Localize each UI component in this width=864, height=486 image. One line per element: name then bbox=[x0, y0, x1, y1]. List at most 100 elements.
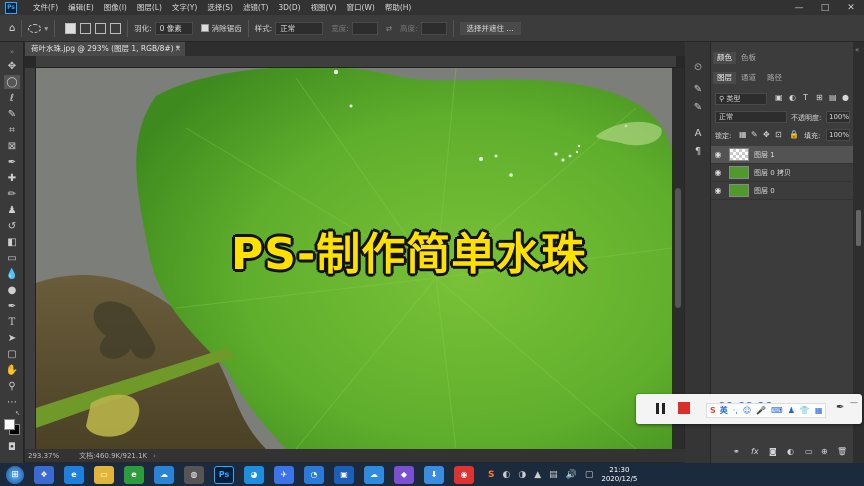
history-brush-tool-icon[interactable]: ↺ bbox=[4, 219, 20, 233]
maximize-button[interactable]: □ bbox=[812, 0, 838, 15]
home-icon[interactable]: ⌂ bbox=[9, 23, 15, 34]
tab-layers[interactable]: 图层 bbox=[713, 72, 736, 84]
foreground-color-swatch[interactable] bbox=[4, 419, 15, 430]
move-tool-icon[interactable]: ✥ bbox=[4, 59, 20, 73]
pen-tool-icon[interactable]: ✒ bbox=[4, 299, 20, 313]
app-baidu-netdisk-icon[interactable]: ☁ bbox=[364, 465, 384, 484]
layer-name[interactable]: 图层 1 bbox=[754, 150, 775, 160]
tray-icon-1[interactable]: ◐ bbox=[502, 470, 510, 480]
app-pinned-icon[interactable]: ❖ bbox=[34, 465, 54, 484]
zoom-level[interactable]: 293.37% bbox=[28, 452, 59, 460]
app-cloud-icon[interactable]: ☁ bbox=[154, 465, 174, 484]
link-layers-icon[interactable]: ⚭ bbox=[733, 447, 740, 456]
photoshop-taskbar-icon[interactable]: Ps bbox=[214, 465, 234, 484]
menu-layer[interactable]: 图层(L) bbox=[137, 2, 162, 13]
new-selection-icon[interactable] bbox=[65, 22, 77, 34]
lock-pixels-icon[interactable]: ✎ bbox=[751, 130, 758, 139]
new-layer-icon[interactable]: ⊕ bbox=[821, 447, 828, 456]
more-tools-icon[interactable]: ⋯ bbox=[4, 395, 20, 409]
keyboard-icon[interactable]: ⌨ bbox=[771, 406, 783, 415]
toolbar-collapse-icon[interactable]: » bbox=[4, 45, 20, 59]
character-panel-icon[interactable]: A bbox=[691, 126, 705, 140]
path-selection-tool-icon[interactable]: ➤ bbox=[4, 331, 20, 345]
network-icon[interactable]: ▤ bbox=[549, 470, 558, 480]
brush-settings-panel-icon[interactable]: ✎ bbox=[691, 100, 705, 114]
ime-language[interactable]: 英 bbox=[720, 405, 728, 416]
history-panel-icon[interactable]: ⏲ bbox=[691, 60, 705, 74]
close-window-button[interactable]: ✕ bbox=[838, 0, 864, 15]
eraser-tool-icon[interactable]: ◧ bbox=[4, 235, 20, 249]
sogou-tray-icon[interactable]: S bbox=[488, 470, 494, 480]
filter-pixel-icon[interactable]: ▣ bbox=[775, 93, 783, 102]
add-mask-icon[interactable]: ◙ bbox=[769, 447, 777, 456]
menu-filter[interactable]: 滤镜(T) bbox=[243, 2, 268, 13]
menu-window[interactable]: 窗口(W) bbox=[347, 2, 375, 13]
layer-row[interactable]: ◉ 图层 0 bbox=[711, 182, 853, 200]
action-center-icon[interactable]: ▢ bbox=[585, 470, 594, 480]
add-layer-style-icon[interactable]: fx bbox=[751, 447, 759, 456]
pen-icon[interactable]: ✒ bbox=[836, 402, 844, 413]
layer-row[interactable]: ◉ 图层 0 拷贝 bbox=[711, 164, 853, 182]
feather-input[interactable]: 0 像素 bbox=[154, 21, 193, 35]
scrollbar-thumb[interactable] bbox=[675, 188, 681, 308]
punctuation-icon[interactable]: ·, bbox=[733, 406, 738, 415]
filter-adjustment-icon[interactable]: ◐ bbox=[789, 93, 796, 102]
visibility-eye-icon[interactable]: ◉ bbox=[711, 150, 725, 159]
select-and-mask-button[interactable]: 选择并遮住 ... bbox=[459, 21, 521, 35]
opacity-input[interactable]: 100% bbox=[826, 111, 850, 123]
app-purple-icon[interactable]: ◆ bbox=[394, 465, 414, 484]
preset-dropdown-icon[interactable]: ▾ bbox=[44, 24, 48, 33]
panels-scroll-thumb[interactable] bbox=[856, 210, 861, 246]
emoji-icon[interactable]: ☺ bbox=[743, 406, 751, 415]
crop-tool-icon[interactable]: ⌗ bbox=[4, 123, 20, 137]
menu-edit[interactable]: 编辑(E) bbox=[68, 2, 94, 13]
status-arrow-icon[interactable]: › bbox=[153, 452, 156, 460]
marquee-tool-preset-icon[interactable] bbox=[28, 23, 42, 33]
filter-shape-icon[interactable]: ⊞ bbox=[816, 93, 823, 102]
app-camera-icon[interactable]: ◍ bbox=[184, 465, 204, 484]
width-input[interactable] bbox=[351, 21, 378, 35]
filter-toggle-icon[interactable]: ● bbox=[842, 93, 849, 102]
layer-row[interactable]: ◉ 图层 1 bbox=[711, 146, 853, 164]
visibility-eye-icon[interactable]: ◉ bbox=[711, 168, 725, 177]
brush-tool-icon[interactable]: ✏ bbox=[4, 187, 20, 201]
menu-view[interactable]: 视图(V) bbox=[311, 2, 337, 13]
document-canvas[interactable]: PS-制作简单水珠 bbox=[36, 68, 672, 449]
start-button-icon[interactable]: ⊞ bbox=[6, 465, 24, 484]
menu-help[interactable]: 帮助(H) bbox=[385, 2, 412, 13]
tray-icon-2[interactable]: ◑ bbox=[518, 470, 526, 480]
antialias-checkbox[interactable] bbox=[200, 24, 209, 32]
eyedropper-tool-icon[interactable]: ✒ bbox=[4, 155, 20, 169]
canvas-vertical-scrollbar[interactable] bbox=[672, 68, 684, 449]
lock-transparent-icon[interactable]: ▦ bbox=[739, 130, 747, 139]
app-store-icon[interactable]: ▣ bbox=[334, 465, 354, 484]
document-tab[interactable]: 荷叶水珠.jpg @ 293% (图层 1, RGB/8#) * × bbox=[25, 42, 185, 56]
filter-smart-object-icon[interactable]: ▤ bbox=[829, 93, 837, 102]
layer-kind-filter[interactable]: ⚲ 类型 bbox=[715, 93, 767, 105]
download-icon[interactable]: ⬇ bbox=[424, 465, 444, 484]
clock[interactable]: 21:30 2020/12/5 bbox=[601, 466, 637, 484]
layer-name[interactable]: 图层 0 拷贝 bbox=[754, 168, 791, 178]
vertical-ruler[interactable] bbox=[25, 68, 36, 449]
app-qq-browser-icon[interactable]: ◕ bbox=[244, 465, 264, 484]
volume-icon[interactable]: 🔊 bbox=[566, 470, 577, 480]
pause-icon[interactable] bbox=[656, 403, 665, 414]
menu-file[interactable]: 文件(F) bbox=[33, 2, 58, 13]
tab-swatches[interactable]: 色板 bbox=[737, 52, 760, 64]
browser-360-icon[interactable]: e bbox=[124, 465, 144, 484]
quick-mask-icon[interactable]: ◘ bbox=[4, 440, 20, 454]
voice-input-icon[interactable]: 🎤 bbox=[756, 406, 766, 415]
zoom-tool-icon[interactable]: ⚲ bbox=[4, 379, 20, 393]
style-select[interactable]: 正常 bbox=[275, 21, 324, 35]
new-group-icon[interactable]: ▭ bbox=[805, 447, 813, 456]
healing-brush-tool-icon[interactable]: ✚ bbox=[4, 171, 20, 185]
app-feishu-icon[interactable]: ✈ bbox=[274, 465, 294, 484]
recorder-minimize-icon[interactable]: — bbox=[850, 398, 858, 407]
elliptical-marquee-tool-icon[interactable]: ◯ bbox=[4, 75, 20, 89]
filter-type-icon[interactable]: T bbox=[803, 93, 808, 102]
menu-select[interactable]: 选择(S) bbox=[207, 2, 233, 13]
quick-selection-tool-icon[interactable]: ✎ bbox=[4, 107, 20, 121]
new-adjustment-layer-icon[interactable]: ◐ bbox=[787, 447, 794, 456]
menu-type[interactable]: 文字(Y) bbox=[172, 2, 197, 13]
hand-tool-icon[interactable]: ✋ bbox=[4, 363, 20, 377]
